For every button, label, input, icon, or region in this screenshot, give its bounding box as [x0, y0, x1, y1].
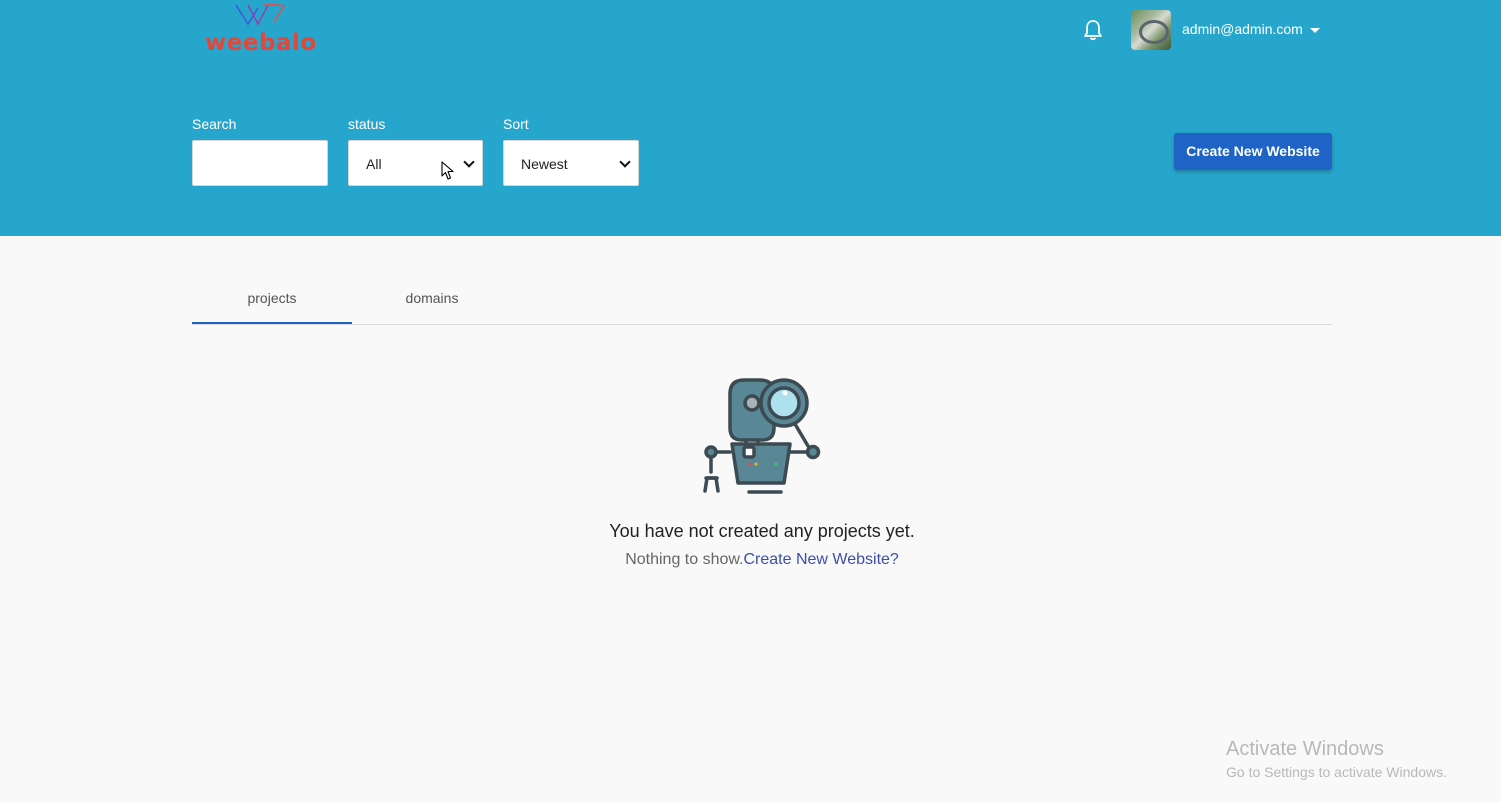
tab-projects[interactable]: projects — [192, 290, 352, 306]
windows-activation-hint: Go to Settings to activate Windows. — [1226, 764, 1447, 780]
chevron-down-icon — [463, 156, 475, 168]
weebalo-logo[interactable]: weebalo — [200, 2, 318, 58]
sort-select[interactable]: Newest — [503, 140, 639, 186]
sort-label: Sort — [503, 116, 529, 132]
empty-state-title: You have not created any projects yet. — [609, 521, 915, 541]
caret-down-icon[interactable] — [1310, 28, 1320, 33]
sort-select-value: Newest — [521, 156, 568, 172]
create-new-website-link[interactable]: Create New Website? — [743, 551, 898, 568]
status-label: status — [348, 116, 386, 132]
empty-state-subtitle: Nothing to show.Create New Website? — [0, 551, 1501, 569]
chevron-down-icon — [619, 156, 631, 168]
search-label: Search — [192, 116, 237, 132]
status-select[interactable]: All — [348, 140, 483, 186]
active-tab-indicator — [192, 322, 352, 324]
status-select-value: All — [366, 156, 382, 172]
tab-domains[interactable]: domains — [352, 290, 512, 306]
robot-magnifier-icon — [703, 378, 821, 494]
tabs-divider — [192, 324, 1332, 325]
mouse-cursor-icon — [441, 161, 454, 180]
windows-activation-title: Activate Windows — [1226, 738, 1384, 760]
empty-state-text: Nothing to show. — [625, 551, 744, 568]
search-input[interactable] — [192, 140, 328, 186]
logo-wordmark: weebalo — [205, 30, 317, 56]
user-email[interactable]: admin@admin.com — [1182, 21, 1303, 37]
avatar[interactable] — [1131, 10, 1171, 50]
create-new-website-button[interactable]: Create New Website — [1174, 133, 1332, 170]
top-header: weebalo admin@admin.com Search status Al… — [0, 0, 1501, 236]
bell-icon[interactable] — [1083, 19, 1103, 41]
logo-mark-icon — [235, 3, 286, 26]
